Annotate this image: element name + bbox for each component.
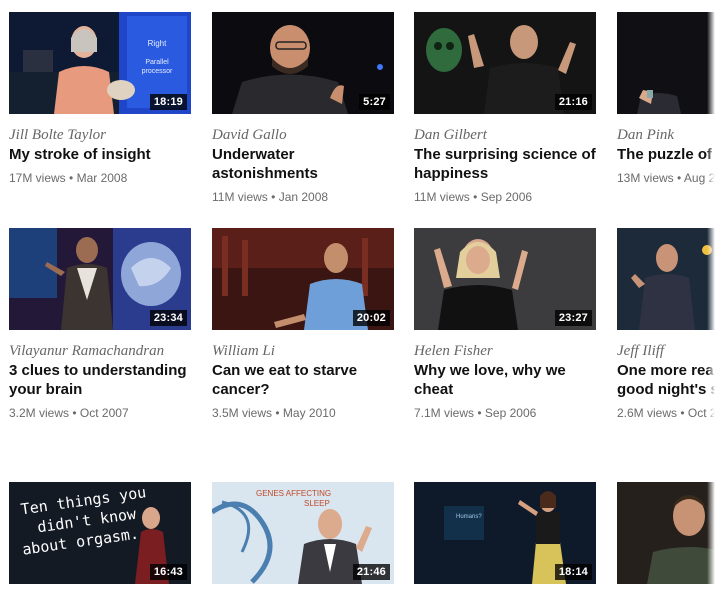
talk-card[interactable]: GENES AFFECTING SLEEP 21:46	[212, 482, 394, 584]
talk-card[interactable]	[617, 482, 715, 584]
speaker-name[interactable]: Jeff Iliff	[617, 342, 715, 361]
talk-thumbnail[interactable]: GENES AFFECTING SLEEP 21:46	[212, 482, 394, 584]
meta-separator: •	[271, 190, 276, 204]
talk-title[interactable]: One more reason to get a good night's sl…	[617, 361, 715, 399]
duration-badge: 20:02	[352, 310, 390, 326]
talk-thumbnail[interactable]	[617, 482, 715, 584]
speaker-name[interactable]: Vilayanur Ramachandran	[9, 342, 191, 361]
publish-date: Sep 2006	[484, 406, 537, 420]
speaker-name[interactable]: David Gallo	[212, 126, 394, 145]
talk-card[interactable]: Dan Pink The puzzle of motivation 13M vi…	[617, 12, 715, 186]
thumbnail-image	[617, 482, 715, 584]
talk-meta: 7.1M views • Sep 2006	[414, 406, 596, 421]
meta-separator: •	[677, 171, 682, 185]
talk-title[interactable]: The surprising science of happiness	[414, 145, 596, 183]
talk-card[interactable]: Humans? 18:14	[414, 482, 596, 584]
talk-thumbnail[interactable]	[617, 12, 715, 114]
publish-date: Mar 2008	[76, 171, 128, 185]
talk-title[interactable]: Can we eat to starve cancer?	[212, 361, 394, 399]
meta-separator: •	[680, 406, 685, 420]
talk-meta: 3.5M views • May 2010	[212, 406, 394, 421]
slide-text: processor	[142, 68, 173, 75]
talk-card[interactable]: 20:02 William Li Can we eat to starve ca…	[212, 228, 394, 421]
talk-title[interactable]: Underwater astonishments	[212, 145, 394, 183]
duration-badge: 18:14	[554, 564, 592, 580]
slide-text: Right	[148, 39, 167, 48]
talk-thumbnail[interactable]: 20:02	[212, 228, 394, 330]
talk-thumbnail[interactable]: Humans? 18:14	[414, 482, 596, 584]
meta-separator: •	[275, 406, 280, 420]
talk-thumbnail[interactable]: 23:34	[9, 228, 191, 330]
talk-meta: 2.6M views • Oct 2013	[617, 406, 715, 421]
talk-title[interactable]: Why we love, why we cheat	[414, 361, 596, 399]
talk-card[interactable]: Ten things you didn't know about orgasm.…	[9, 482, 191, 584]
view-count: 2.6M views	[617, 406, 678, 420]
talk-meta: 11M views • Jan 2008	[212, 190, 394, 205]
view-count: 17M views	[9, 171, 66, 185]
duration-badge: 23:34	[149, 310, 187, 326]
duration-badge: 21:46	[352, 564, 390, 580]
duration-badge: 23:27	[554, 310, 592, 326]
speaker-name[interactable]: William Li	[212, 342, 394, 361]
meta-separator: •	[473, 190, 478, 204]
view-count: 11M views	[212, 190, 268, 204]
slide-text: Parallel	[145, 59, 169, 66]
talk-card[interactable]: 21:16 Dan Gilbert The surprising science…	[414, 12, 596, 205]
speaker-name[interactable]: Jill Bolte Taylor	[9, 126, 191, 145]
thumbnail-image	[617, 12, 715, 114]
talk-thumbnail[interactable]: 5:27	[212, 12, 394, 114]
publish-date: Oct 2007	[79, 406, 129, 420]
view-count: 11M views	[414, 190, 470, 204]
talk-meta: 3.2M views • Oct 2007	[9, 406, 191, 421]
view-count: 7.1M views	[414, 406, 475, 420]
talk-meta: 17M views • Mar 2008	[9, 171, 191, 186]
talk-title[interactable]: 3 clues to understanding your brain	[9, 361, 191, 399]
duration-badge: 18:19	[149, 94, 187, 110]
publish-date: May 2010	[282, 406, 336, 420]
meta-separator: •	[69, 171, 74, 185]
thumbnail-image	[617, 228, 715, 330]
talk-thumbnail[interactable]: 21:16	[414, 12, 596, 114]
view-count: 3.5M views	[212, 406, 273, 420]
slide-text: GENES AFFECTING	[256, 489, 331, 498]
duration-badge: 5:27	[359, 94, 390, 110]
talk-title[interactable]: The puzzle of motivation	[617, 145, 715, 164]
talk-card[interactable]: 5:27 David Gallo Underwater astonishment…	[212, 12, 394, 205]
speaker-name[interactable]: Dan Gilbert	[414, 126, 596, 145]
talk-thumbnail[interactable]: Right Parallel processor 18:19	[9, 12, 191, 114]
talk-card[interactable]: 23:34 Vilayanur Ramachandran 3 clues to …	[9, 228, 191, 421]
talk-title[interactable]: My stroke of insight	[9, 145, 191, 164]
slide-text: Humans?	[456, 514, 482, 520]
duration-badge: 16:43	[149, 564, 187, 580]
talk-card[interactable]: Jeff Iliff One more reason to get a good…	[617, 228, 715, 421]
speaker-name[interactable]: Helen Fisher	[414, 342, 596, 361]
talk-card[interactable]: Right Parallel processor 18:19 Jill Bolt…	[9, 12, 191, 186]
meta-separator: •	[477, 406, 482, 420]
talk-thumbnail[interactable]	[617, 228, 715, 330]
talk-thumbnail[interactable]: 23:27	[414, 228, 596, 330]
meta-separator: •	[72, 406, 77, 420]
slide-text: SLEEP	[304, 499, 330, 508]
talk-meta: 13M views • Aug 2009	[617, 171, 715, 186]
view-count: 3.2M views	[9, 406, 70, 420]
talk-thumbnail[interactable]: Ten things you didn't know about orgasm.…	[9, 482, 191, 584]
view-count: 13M views	[617, 171, 674, 185]
publish-date: Sep 2006	[480, 190, 533, 204]
publish-date: Jan 2008	[278, 190, 329, 204]
talk-meta: 11M views • Sep 2006	[414, 190, 596, 205]
edge-fade	[707, 0, 715, 591]
talk-grid: Right Parallel processor 18:19 Jill Bolt…	[0, 0, 715, 591]
talk-card[interactable]: 23:27 Helen Fisher Why we love, why we c…	[414, 228, 596, 421]
duration-badge: 21:16	[554, 94, 592, 110]
speaker-name[interactable]: Dan Pink	[617, 126, 715, 145]
